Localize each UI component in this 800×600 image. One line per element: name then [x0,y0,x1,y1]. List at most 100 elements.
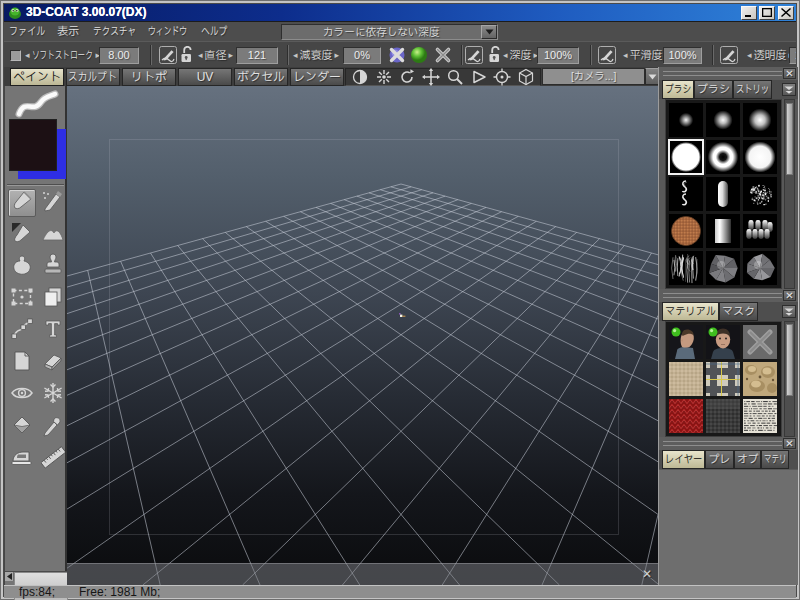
room-tab-4[interactable]: ボクセル [234,68,288,86]
brush-thumb-soft-dot-small[interactable] [669,103,703,137]
tool-copy-pages[interactable] [39,285,67,313]
radius-value[interactable]: 121 [236,47,278,64]
brush-panel-grip[interactable]: ✕ [659,67,798,80]
camera-dropdown[interactable]: [カメラ...] [542,68,645,85]
tool-fill[interactable] [8,413,36,441]
material-scroll-thumb[interactable] [786,324,793,396]
material-scrollbar[interactable] [784,321,795,437]
tool-brush-sharp[interactable] [8,221,36,249]
brush-thumb-soft-circle-big[interactable] [743,140,777,174]
material-thumb-fabric-dark[interactable] [706,399,740,433]
material-tab-1[interactable]: マスク [719,302,758,321]
brush-tab-1[interactable]: ブラシ [694,80,733,99]
brush-thumb-hard-circle[interactable] [669,140,703,174]
brush-thumb-fabric-orange[interactable] [669,214,703,248]
menu-item-4[interactable]: ヘルプ [201,22,228,41]
material-tab-0[interactable]: マテリアル [662,302,719,321]
tool-spline[interactable] [8,317,36,345]
room-tab-3[interactable]: UV [178,68,232,86]
material-thumb-text-page[interactable] [743,399,777,433]
spin-right-arrow[interactable]: ▸ [333,51,342,60]
material-thumb-plaid[interactable] [706,362,740,396]
brush-tab-2[interactable]: ストリッ [733,80,772,99]
tool-freeze[interactable] [39,381,67,409]
primary-color-swatch[interactable] [9,119,57,171]
brush-scrollbar[interactable] [784,99,795,289]
brush-thumb-bumps[interactable] [743,214,777,248]
brush-thumb-speckle[interactable] [743,177,777,211]
spin-left-arrow[interactable]: ◂ [291,51,300,60]
brush-thumb-chain[interactable] [669,177,703,211]
tab-overflow-icon[interactable] [782,305,796,318]
material-thumb-leather-beige[interactable] [743,362,777,396]
target-icon[interactable] [492,69,512,86]
brush-thumb-soft-dot-large[interactable] [743,103,777,137]
viewport-bottom-bar[interactable]: ✕ [67,563,658,585]
pen-pressure-icon[interactable] [159,46,177,64]
soft-stroke-checkbox[interactable] [10,50,21,61]
material-thumb-none-x[interactable] [743,325,777,359]
material-thumb-canvas-tan[interactable] [669,362,703,396]
depth-value[interactable]: 100% [537,47,579,64]
brush-thumb-rock-light[interactable] [743,251,777,285]
spin-left-arrow[interactable]: ◂ [196,51,205,60]
close-button[interactable] [778,6,794,20]
burst-light-icon[interactable] [374,69,394,86]
brush-tab-0[interactable]: ブラシ [662,80,694,99]
play-arrow-icon[interactable] [469,69,489,86]
menu-item-2[interactable]: テクスチャ [93,22,137,41]
brush-thumb-ring[interactable] [706,140,740,174]
depth-mode-dropdown[interactable]: カラーに依存しない深度 [281,24,498,40]
zoom-icon[interactable] [445,69,465,86]
layers-tab-1[interactable]: プレ [705,450,734,469]
room-tab-5[interactable]: レンダー [290,68,344,86]
tool-ruler[interactable] [39,445,67,473]
cross-blue-icon[interactable] [388,46,406,64]
layers-content[interactable] [659,469,798,585]
room-tab-2[interactable]: リトポ [122,68,176,86]
material-panel-grip[interactable]: ✕ [659,289,798,302]
spin-left-arrow[interactable]: ◂ [23,51,32,60]
soft-stroke-value[interactable]: 8.00 [99,47,139,64]
tool-airbrush[interactable] [39,189,67,217]
menu-item-1[interactable]: 表示 [57,22,79,41]
tool-page-corner[interactable] [8,349,36,377]
material-thumb-photo-head-front[interactable] [706,325,740,359]
tool-blob[interactable] [8,253,36,281]
lock-open-icon[interactable] [179,46,193,64]
tool-brush[interactable] [8,189,36,217]
room-tab-0[interactable]: ペイント [10,68,64,86]
spin-right-arrow[interactable]: ▸ [227,51,236,60]
tool-stamp[interactable] [39,253,67,281]
room-tab-1[interactable]: スカルプト [66,68,120,86]
layers-tab-2[interactable]: オブ [734,450,761,469]
moon-shade-icon[interactable] [350,69,370,86]
maximize-button[interactable] [759,6,775,20]
layers-tab-3[interactable]: マテリ [761,450,789,469]
tool-sidebar-scrollbar[interactable] [5,571,68,581]
menu-item-0[interactable]: ファイル [9,22,46,41]
brush-scroll-thumb[interactable] [786,103,793,175]
smooth-value[interactable]: 100% [663,47,702,64]
layers-tab-0[interactable]: レイヤー [662,450,705,469]
spin-left-arrow[interactable]: ◂ [501,51,510,60]
tool-eraser[interactable] [39,349,67,377]
stroke-preview[interactable] [9,88,63,120]
tool-iron[interactable] [8,445,36,473]
spin-left-arrow[interactable]: ◂ [745,51,754,60]
close-icon[interactable]: ✕ [640,567,654,581]
dropdown-arrow-icon[interactable] [481,25,497,39]
brush-thumb-cylinder[interactable] [706,214,740,248]
cross-gray-icon[interactable] [434,46,452,64]
brush-thumb-soft-dot-medium[interactable] [706,103,740,137]
falloff-value[interactable]: 0% [343,47,381,64]
brush-thumb-scratches[interactable] [669,251,703,285]
tool-eye[interactable] [8,381,36,409]
minimize-button[interactable] [741,6,757,20]
opacity-value[interactable]: 100% [789,47,796,64]
scroll-left-arrow[interactable] [5,572,14,581]
pan-icon[interactable] [421,69,441,86]
tool-picker[interactable] [39,413,67,441]
cube-icon[interactable] [516,69,536,86]
rotate-icon[interactable] [397,69,417,86]
